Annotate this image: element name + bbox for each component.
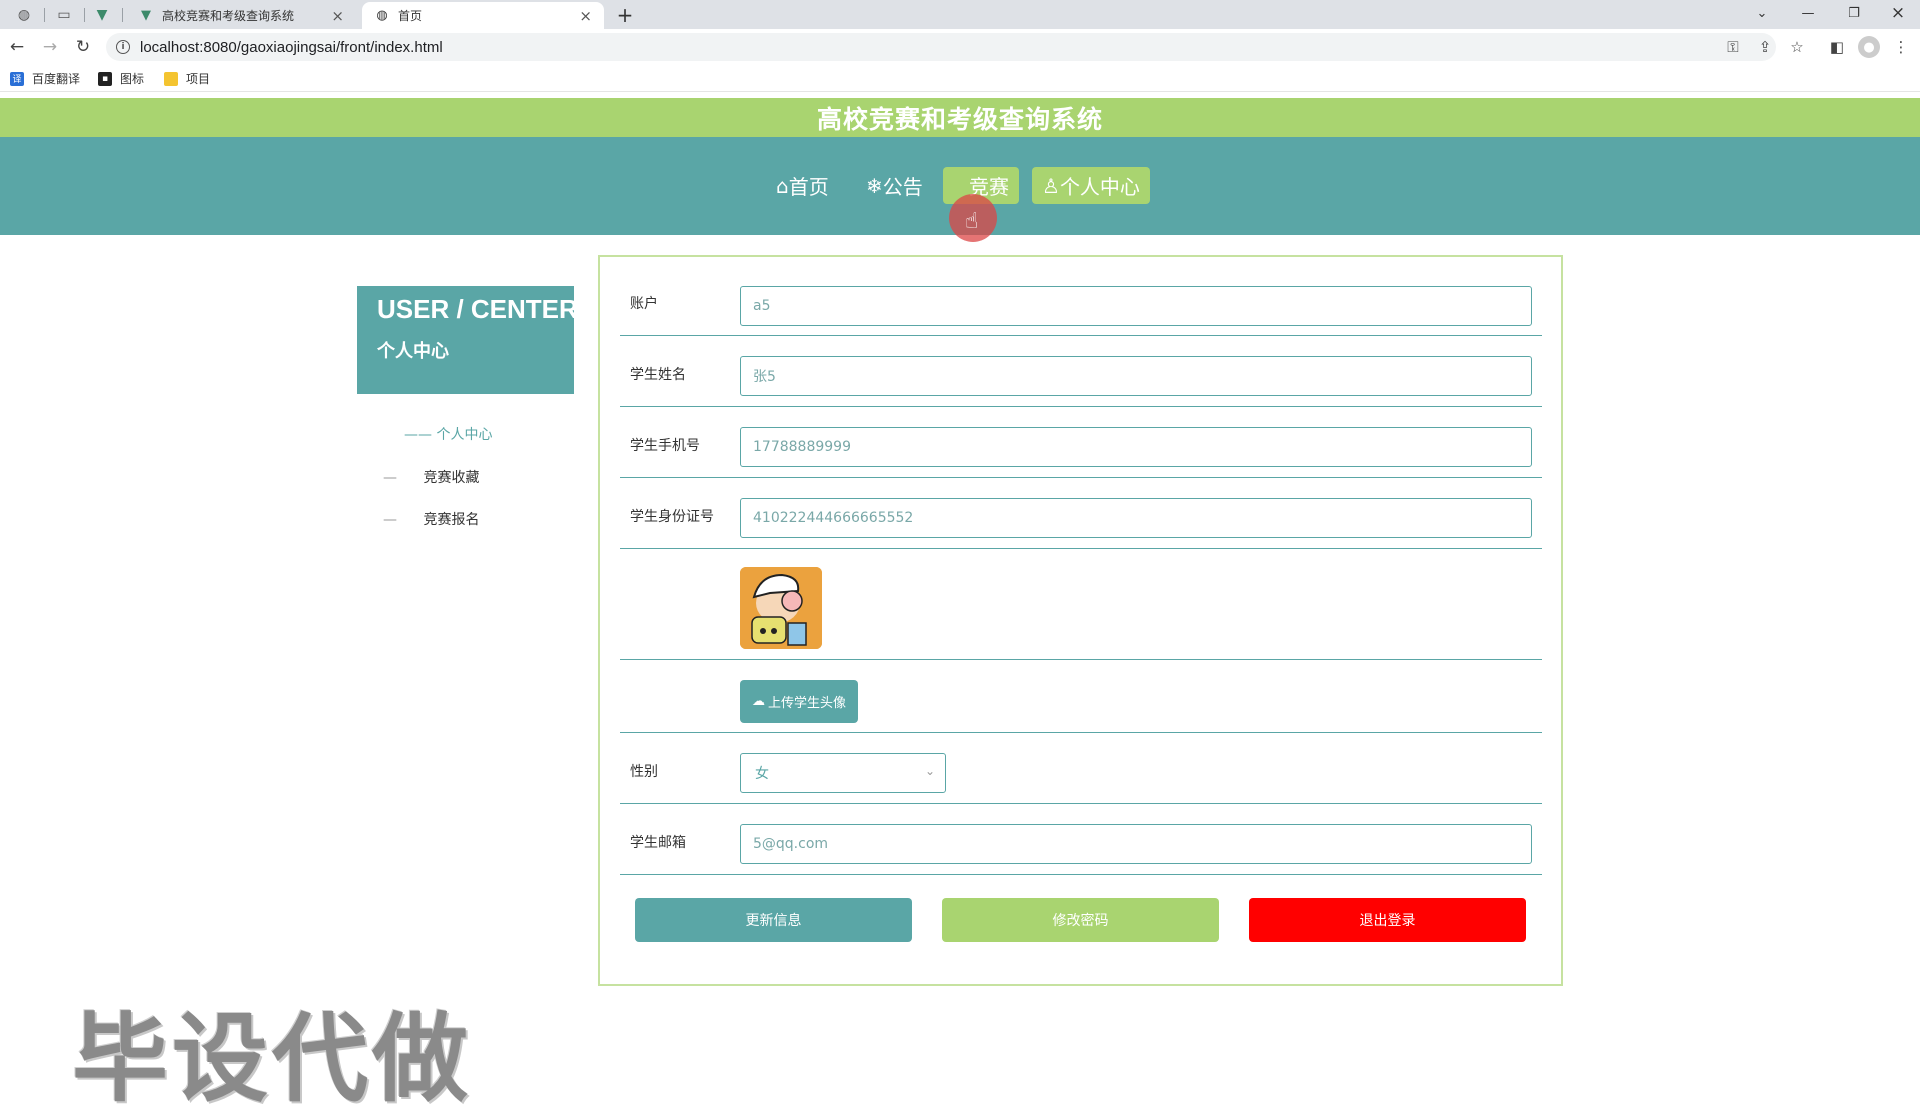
account-input[interactable]: a5 [740,286,1532,326]
idcard-label: 学生身份证号 [630,509,714,525]
form-row-email: 学生邮箱 5@qq.com [620,804,1542,875]
avatar-cartoon-icon [740,567,822,649]
side-item-dash: — [383,512,397,528]
change-password-button[interactable]: 修改密码 [942,898,1219,942]
tab-separator [122,8,123,22]
snowflake-icon: ❄ [866,173,883,198]
form-row-phone: 学生手机号 17788889999 [620,407,1542,478]
side-title-en: USER / CENTER [377,294,578,324]
form-row-gender: 性别 女 ⌄ [620,733,1542,804]
form-row-upload: ☁ 上传学生头像 [620,660,1542,733]
nav-label: 公告 [882,175,923,199]
minimize-button[interactable]: — [1786,0,1830,26]
address-bar[interactable]: i localhost:8080/gaoxiaojingsai/front/in… [106,33,1776,61]
tab-title: 高校竞赛和考级查询系统 [162,9,295,23]
translate-icon: 译 [10,71,24,86]
home-icon: ⌂ [776,173,789,198]
side-item-favorites[interactable]: — 竞赛收藏 [383,467,479,487]
side-item-label: 竞赛收藏 [423,470,480,486]
nav-user-center[interactable]: ♙ 个人中心 [1032,167,1150,204]
side-title-cn: 个人中心 [377,341,449,362]
blank-tab-icon[interactable]: ▭ [46,2,82,28]
gender-label: 性别 [630,764,658,780]
bookmark-icons[interactable]: ▪ 图标 [98,70,144,87]
student-avatar [740,567,822,649]
nav-notice[interactable]: ❄ 公告 [856,167,933,204]
form-row-avatar [620,549,1542,660]
profile-avatar-icon[interactable]: ● [1858,36,1880,58]
account-label: 账户 [630,296,658,312]
bookmark-label: 图标 [120,72,145,86]
image-icon: ▪ [98,71,112,86]
nav-label: 首页 [788,175,829,199]
close-icon[interactable]: × [331,7,344,25]
user-info-form: 账户 a5 学生姓名 张5 学生手机号 17788889999 学生身份证号 4… [598,255,1563,986]
nav-label: 个人中心 [1059,175,1140,199]
form-row-account: 账户 a5 [620,257,1542,336]
side-item-dash: — [383,470,397,486]
globe-icon[interactable]: ◍ [6,2,42,28]
vue-icon: ▼ [141,8,151,23]
globe-icon: ◍ [376,8,388,23]
close-window-button[interactable]: × [1876,0,1920,26]
tab-system[interactable]: ▼ 高校竞赛和考级查询系统 × [126,2,356,29]
email-label: 学生邮箱 [630,835,686,851]
cloud-upload-icon: ☁ [751,694,765,709]
vue-icon[interactable]: ▼ [84,2,120,28]
share-icon[interactable]: ⇪ [1754,36,1776,58]
phone-input[interactable]: 17788889999 [740,427,1532,467]
key-icon[interactable]: ⚿ [1722,36,1744,58]
site-nav: ⌂ 首页 ❄ 公告 竞赛 ♙ 个人中心 ☝ [0,137,1920,242]
side-item-dash: —— [404,427,432,443]
url-text: localhost:8080/gaoxiaojingsai/front/inde… [140,38,443,56]
side-item-user-center[interactable]: —— 个人中心 [404,424,492,444]
restore-button[interactable]: ❐ [1832,0,1876,26]
name-label: 学生姓名 [630,367,686,383]
site-title: 高校竞赛和考级查询系统 [0,98,1920,137]
form-row-idcard: 学生身份证号 410222444666665552 [620,478,1542,549]
tab-separator [44,8,45,22]
hand-cursor-icon: ☝ [965,209,979,234]
update-info-button[interactable]: 更新信息 [635,898,912,942]
tab-title: 首页 [398,9,423,23]
name-input[interactable]: 张5 [740,356,1532,396]
reload-icon[interactable]: ↻ [70,34,96,60]
nav-home[interactable]: ⌂ 首页 [766,167,839,204]
idcard-input[interactable]: 410222444666665552 [740,498,1532,538]
phone-label: 学生手机号 [630,438,700,454]
star-icon[interactable]: ☆ [1786,36,1808,58]
user-icon: ♙ [1042,173,1060,198]
menu-dots-icon[interactable]: ⋮ [1890,36,1912,58]
forward-arrow-icon[interactable]: → [37,34,63,60]
bookmark-label: 百度翻译 [32,72,81,86]
info-icon[interactable]: i [116,40,130,54]
watermark-text: 毕设代做 [72,1003,472,1115]
bookmarks-bar: 译 百度翻译 ▪ 图标 项目 [0,64,1920,92]
tab-home[interactable]: ◍ 首页 × [362,2,604,29]
sidepanel-icon[interactable]: ◧ [1826,36,1848,58]
web-page: 高校竞赛和考级查询系统 ⌂ 首页 ❄ 公告 竞赛 ♙ 个人中心 ☝ USER /… [0,98,1920,1115]
browser-toolbar: ← → ↻ i localhost:8080/gaoxiaojingsai/fr… [0,29,1920,64]
new-tab-button[interactable]: + [612,2,638,28]
upload-label: 上传学生头像 [767,696,846,711]
bookmark-label: 项目 [186,72,211,86]
upload-avatar-button[interactable]: ☁ 上传学生头像 [740,680,858,723]
close-icon[interactable]: × [579,7,592,25]
form-row-name: 学生姓名 张5 [620,336,1542,407]
side-item-label: 竞赛报名 [423,512,480,528]
logout-button[interactable]: 退出登录 [1249,898,1526,942]
side-item-label: 个人中心 [436,427,493,443]
email-input[interactable]: 5@qq.com [740,824,1532,864]
browser-tab-bar: ◍ ▭ ▼ ▼ 高校竞赛和考级查询系统 × ◍ 首页 × + ⌄ — ❐ × [0,0,1920,29]
folder-icon [164,71,178,86]
bookmark-baidu-translate[interactable]: 译 百度翻译 [10,70,80,87]
chevron-down-icon: ⌄ [924,764,935,778]
gender-value: 女 [755,766,769,782]
side-menu-header: USER / CENTER 个人中心 [357,286,578,394]
gender-select[interactable]: 女 ⌄ [740,753,946,793]
chevron-down-icon[interactable]: ⌄ [1740,0,1784,26]
back-arrow-icon[interactable]: ← [4,34,30,60]
bookmark-project[interactable]: 项目 [164,70,210,87]
side-item-registration[interactable]: — 竞赛报名 [383,509,479,529]
